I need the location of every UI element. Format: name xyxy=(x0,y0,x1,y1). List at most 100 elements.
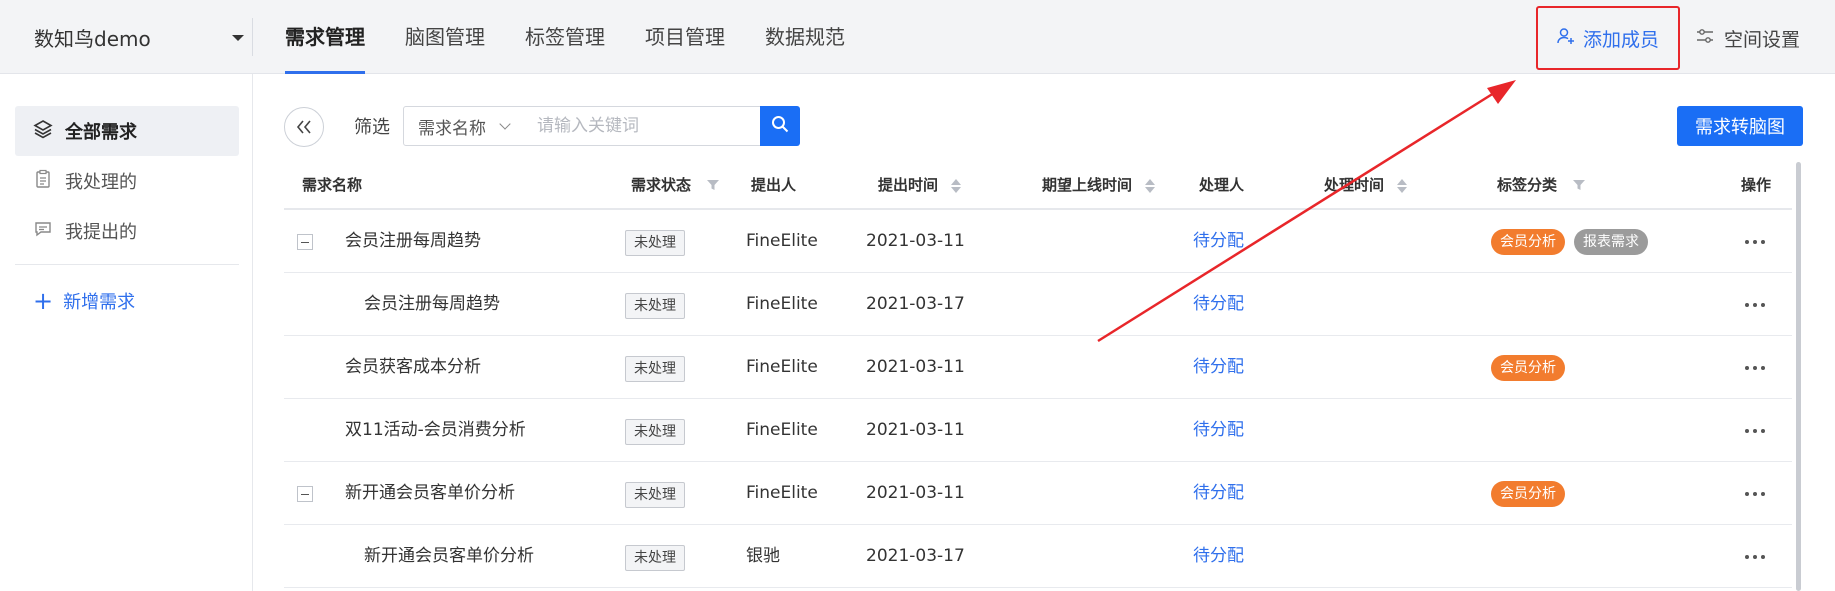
sidebar-item-label: 全部需求 xyxy=(65,122,137,143)
submit-time: 2021-03-17 xyxy=(866,294,965,314)
add-user-icon xyxy=(1557,27,1575,50)
table-row[interactable]: 双11活动-会员消费分析 未处理 FineElite 2021-03-11 待分… xyxy=(284,399,1792,462)
assignee-link[interactable]: 待分配 xyxy=(1193,273,1244,336)
requirement-name[interactable]: 新开通会员客单价分析 xyxy=(345,462,515,525)
divider xyxy=(15,264,239,265)
double-chevron-left-icon xyxy=(296,115,312,139)
search-icon xyxy=(770,114,790,138)
col-header-submit-time[interactable]: 提出时间 xyxy=(878,160,962,210)
add-member-button[interactable]: 添加成员 xyxy=(1536,6,1680,70)
col-header-proposer: 提出人 xyxy=(751,176,797,194)
col-header-name: 需求名称 xyxy=(302,176,363,194)
sidebar-item-proposed-by-me[interactable]: 我提出的 xyxy=(15,206,239,256)
sidebar-item-label: 我处理的 xyxy=(65,172,137,193)
status-badge: 未处理 xyxy=(625,293,685,319)
requirement-name[interactable]: 新开通会员客单价分析 xyxy=(364,525,534,588)
submit-time: 2021-03-11 xyxy=(866,357,965,377)
requirements-table: 需求名称 需求状态 提出人 提出时间 期望上线时间 处理人 处理时间 标签分类 … xyxy=(284,160,1792,588)
more-actions-icon[interactable] xyxy=(1740,462,1770,525)
col-header-tags[interactable]: 标签分类 xyxy=(1497,160,1586,210)
sort-icon[interactable] xyxy=(1145,178,1156,194)
clipboard-icon xyxy=(33,169,53,194)
chat-icon xyxy=(33,219,53,244)
col-header-expected-time[interactable]: 期望上线时间 xyxy=(1042,160,1156,210)
proposer: FineElite xyxy=(746,420,818,440)
col-header-handle-time[interactable]: 处理时间 xyxy=(1324,160,1408,210)
more-actions-icon[interactable] xyxy=(1740,399,1770,462)
convert-to-mindmap-button[interactable]: 需求转脑图 xyxy=(1677,106,1803,146)
assignee-link[interactable]: 待分配 xyxy=(1193,525,1244,588)
search-button[interactable] xyxy=(760,106,800,146)
plus-icon: + xyxy=(33,287,54,315)
collapse-row-toggle[interactable] xyxy=(297,486,313,502)
tab-tags[interactable]: 标签管理 xyxy=(525,0,605,74)
col-header-label: 期望上线时间 xyxy=(1042,176,1133,194)
assignee-link[interactable]: 待分配 xyxy=(1193,462,1244,525)
status-badge: 未处理 xyxy=(625,230,685,256)
more-actions-icon[interactable] xyxy=(1740,210,1770,273)
layers-icon xyxy=(33,119,53,144)
add-member-label: 添加成员 xyxy=(1582,28,1659,51)
table-row[interactable]: 会员获客成本分析 未处理 FineElite 2021-03-11 待分配 会员… xyxy=(284,336,1792,399)
sidebar-item-handled-by-me[interactable]: 我处理的 xyxy=(15,156,239,206)
proposer: FineElite xyxy=(746,483,818,503)
space-settings-label: 空间设置 xyxy=(1724,28,1801,51)
requirement-name[interactable]: 会员注册每周趋势 xyxy=(364,273,500,336)
table-row[interactable]: 新开通会员客单价分析 未处理 FineElite 2021-03-11 待分配 … xyxy=(284,462,1792,525)
collapse-sidebar-button[interactable] xyxy=(284,107,324,147)
tag: 会员分析 xyxy=(1491,480,1565,507)
proposer: FineElite xyxy=(746,294,818,314)
search-input[interactable] xyxy=(523,106,761,146)
col-header-label: 标签分类 xyxy=(1497,176,1558,194)
requirement-name[interactable]: 会员注册每周趋势 xyxy=(345,210,481,273)
col-header-actions: 操作 xyxy=(1741,176,1772,194)
tag-list: 会员分析 报表需求 xyxy=(1491,210,1657,273)
space-settings-button[interactable]: 空间设置 xyxy=(1696,6,1826,70)
proposer: FineElite xyxy=(746,231,818,251)
sort-icon[interactable] xyxy=(1397,178,1408,194)
submit-time: 2021-03-11 xyxy=(866,420,965,440)
tag: 会员分析 xyxy=(1491,354,1565,381)
sort-icon[interactable] xyxy=(951,178,962,194)
table-row[interactable]: 会员注册每周趋势 未处理 FineElite 2021-03-17 待分配 xyxy=(284,273,1792,336)
requirement-name[interactable]: 双11活动-会员消费分析 xyxy=(345,399,526,462)
sidebar-item-all[interactable]: 全部需求 xyxy=(15,106,239,156)
add-requirement-button[interactable]: + 新增需求 xyxy=(15,276,239,326)
chevron-down-icon xyxy=(499,118,511,130)
assignee-link[interactable]: 待分配 xyxy=(1193,399,1244,462)
sidebar: 全部需求 我处理的 我提出的 + 新增需求 xyxy=(0,74,253,591)
caret-down-icon xyxy=(232,35,244,41)
workspace-name: 数知鸟demo xyxy=(34,26,151,51)
filter-icon[interactable] xyxy=(1572,161,1586,211)
tag-list: 会员分析 xyxy=(1491,336,1574,399)
vertical-scrollbar[interactable] xyxy=(1796,162,1801,591)
more-actions-icon[interactable] xyxy=(1740,336,1770,399)
workspace-selector[interactable]: 数知鸟demo xyxy=(34,0,244,74)
tab-data-standards[interactable]: 数据规范 xyxy=(765,0,845,74)
col-header-status[interactable]: 需求状态 xyxy=(631,160,720,210)
tag-list: 会员分析 xyxy=(1491,462,1574,525)
col-header-label: 处理时间 xyxy=(1324,176,1385,194)
more-actions-icon[interactable] xyxy=(1740,273,1770,336)
assignee-link[interactable]: 待分配 xyxy=(1193,336,1244,399)
tab-projects[interactable]: 项目管理 xyxy=(645,0,725,74)
table-row[interactable]: 会员注册每周趋势 未处理 FineElite 2021-03-11 待分配 会员… xyxy=(284,210,1792,273)
filter-field-select[interactable]: 需求名称 xyxy=(403,106,524,146)
filter-icon[interactable] xyxy=(706,161,720,211)
status-badge: 未处理 xyxy=(625,482,685,508)
requirement-name[interactable]: 会员获客成本分析 xyxy=(345,336,481,399)
tag: 报表需求 xyxy=(1574,228,1648,255)
status-badge: 未处理 xyxy=(625,545,685,571)
assignee-link[interactable]: 待分配 xyxy=(1193,210,1244,273)
more-actions-icon[interactable] xyxy=(1740,525,1770,588)
col-header-label: 提出时间 xyxy=(878,176,939,194)
sidebar-item-label: 我提出的 xyxy=(65,222,137,243)
table-row[interactable]: 新开通会员客单价分析 未处理 银驰 2021-03-17 待分配 xyxy=(284,525,1792,588)
collapse-row-toggle[interactable] xyxy=(297,234,313,250)
tab-requirements[interactable]: 需求管理 xyxy=(285,0,365,74)
submit-time: 2021-03-17 xyxy=(866,546,965,566)
proposer: 银驰 xyxy=(746,546,780,566)
submit-time: 2021-03-11 xyxy=(866,483,965,503)
add-requirement-label: 新增需求 xyxy=(63,292,136,313)
tab-mindmap[interactable]: 脑图管理 xyxy=(405,0,485,74)
